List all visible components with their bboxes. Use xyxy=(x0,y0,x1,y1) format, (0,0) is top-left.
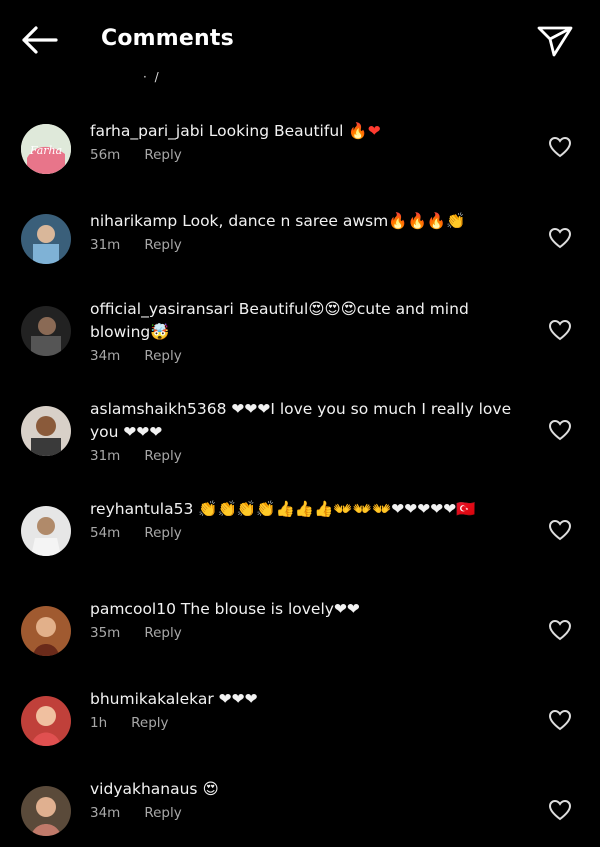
comment-username[interactable]: reyhantula53 xyxy=(90,500,193,518)
reply-button[interactable]: Reply xyxy=(144,237,181,253)
avatar-label: Farha xyxy=(29,144,62,157)
reply-button[interactable]: Reply xyxy=(144,805,181,821)
reply-button[interactable]: Reply xyxy=(131,715,168,731)
avatar[interactable] xyxy=(21,606,71,656)
comment-time: 31m xyxy=(90,237,121,253)
comment-time: 31m xyxy=(90,448,121,464)
back-arrow-icon[interactable] xyxy=(20,24,58,56)
avatar-image xyxy=(21,696,71,746)
reply-button[interactable]: Reply xyxy=(144,625,181,641)
comment-text: vidyakhanaus 😍 xyxy=(90,780,219,798)
avatar[interactable] xyxy=(21,306,71,356)
comment-time: 35m xyxy=(90,625,121,641)
comment-username[interactable]: farha_pari_jabi xyxy=(90,122,204,140)
like-heart-icon[interactable] xyxy=(548,709,572,731)
page-title: Comments xyxy=(101,26,234,51)
like-heart-icon[interactable] xyxy=(548,519,572,541)
scroll-indicator: · / xyxy=(143,70,161,84)
avatar-image xyxy=(21,606,71,656)
like-heart-icon[interactable] xyxy=(548,319,572,341)
top-bar: Comments xyxy=(0,0,600,80)
comment-time: 34m xyxy=(90,348,121,364)
like-heart-icon[interactable] xyxy=(548,419,572,441)
avatar-image: Farha xyxy=(21,124,71,174)
avatar-image xyxy=(21,214,71,264)
avatar[interactable] xyxy=(21,786,71,836)
like-heart-icon[interactable] xyxy=(548,619,572,641)
send-icon[interactable] xyxy=(536,22,574,58)
comment-time: 34m xyxy=(90,805,121,821)
comment-time: 54m xyxy=(90,525,121,541)
comment-text: bhumikakalekar ❤❤❤ xyxy=(90,690,258,708)
comment-username[interactable]: bhumikakalekar xyxy=(90,690,214,708)
avatar-image xyxy=(21,406,71,456)
avatar[interactable] xyxy=(21,406,71,456)
comment-username[interactable]: official_yasiransari xyxy=(90,300,234,318)
avatar[interactable] xyxy=(21,214,71,264)
avatar-image xyxy=(21,786,71,836)
comment-time: 1h xyxy=(90,715,108,731)
comment-text: niharikamp Look, dance n saree awsm🔥🔥🔥👏 xyxy=(90,212,466,230)
reply-button[interactable]: Reply xyxy=(144,448,181,464)
comment-time: 56m xyxy=(90,147,121,163)
comment-text: farha_pari_jabi Looking Beautiful 🔥❤ xyxy=(90,122,381,140)
reply-button[interactable]: Reply xyxy=(144,147,181,163)
comment-text: reyhantula53 👏👏👏👏👍👍👍👐👐👐❤❤❤❤❤🇹🇷 xyxy=(90,500,476,518)
comment-text: pamcool10 The blouse is lovely❤❤ xyxy=(90,600,360,618)
comment-username[interactable]: vidyakhanaus xyxy=(90,780,198,798)
comment-text: aslamshaikh5368 ❤❤❤I love you so much I … xyxy=(90,400,512,441)
like-heart-icon[interactable] xyxy=(548,799,572,821)
avatar[interactable] xyxy=(21,696,71,746)
comment-username[interactable]: aslamshaikh5368 xyxy=(90,400,226,418)
comment-username[interactable]: pamcool10 xyxy=(90,600,176,618)
avatar-image xyxy=(21,506,71,556)
avatar-image xyxy=(21,306,71,356)
like-heart-icon[interactable] xyxy=(548,227,572,249)
comment-text: official_yasiransari Beautiful😍😍😍cute an… xyxy=(90,300,469,341)
avatar[interactable] xyxy=(21,506,71,556)
reply-button[interactable]: Reply xyxy=(144,525,181,541)
reply-button[interactable]: Reply xyxy=(144,348,181,364)
comment-username[interactable]: niharikamp xyxy=(90,212,177,230)
avatar[interactable]: Farha xyxy=(21,124,71,174)
like-heart-icon[interactable] xyxy=(548,136,572,158)
